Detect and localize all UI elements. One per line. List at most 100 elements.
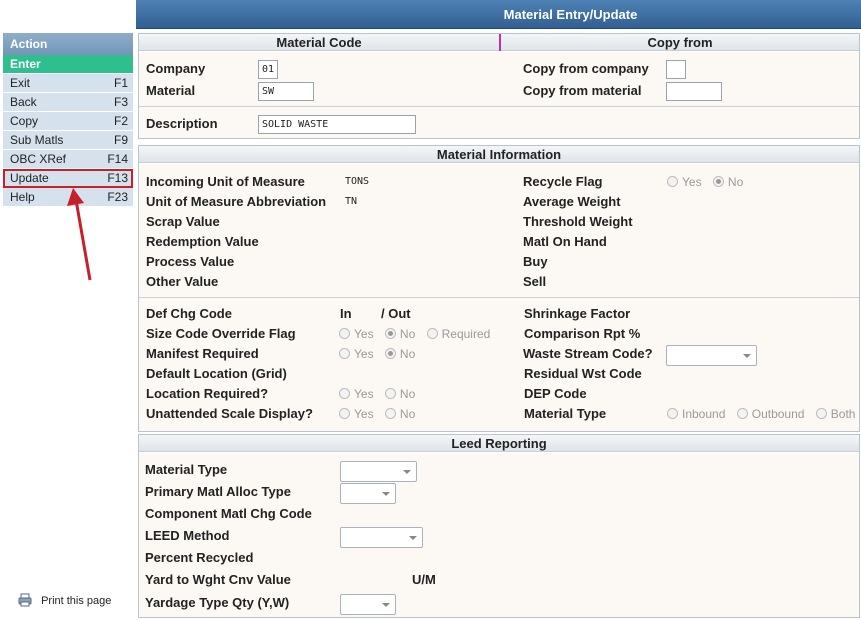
location-required-radios: Yes No (339, 387, 423, 401)
leed-method-select[interactable] (340, 527, 423, 548)
size-yes-radio[interactable]: Yes (339, 327, 374, 341)
location-no-radio[interactable]: No (384, 387, 416, 401)
action-obc-xref[interactable]: OBC XRef F14 (3, 150, 133, 169)
action-key: F3 (113, 95, 128, 109)
radio-label: Both (830, 407, 856, 421)
material-field[interactable]: SW (258, 82, 314, 101)
action-sub-matls[interactable]: Sub Matls F9 (3, 131, 133, 150)
primary-alloc-label: Primary Matl Alloc Type (145, 484, 291, 499)
radio-label: Outbound (751, 407, 805, 421)
manifest-no-radio[interactable]: No (384, 347, 415, 361)
recycle-yes-radio[interactable]: Yes (667, 175, 702, 189)
copy-company-label: Copy from company (523, 61, 649, 76)
primary-alloc-select[interactable] (340, 483, 396, 504)
material-code-title: Material Code (276, 35, 362, 50)
material-type-radios: Inbound Outbound Both (667, 407, 861, 421)
um-label: U/M (412, 572, 436, 587)
mt-inbound-radio[interactable]: Inbound (667, 407, 725, 421)
residual-label: Residual Wst Code (524, 366, 642, 381)
action-key: F14 (107, 152, 128, 166)
annotation-arrow (67, 188, 92, 281)
buy-label: Buy (523, 254, 548, 269)
action-key: F13 (107, 171, 128, 185)
radio-dot (667, 408, 678, 419)
recycle-flag-label: Recycle Flag (523, 174, 603, 189)
action-copy[interactable]: Copy F2 (3, 112, 133, 131)
average-weight-label: Average Weight (523, 194, 621, 209)
radio-label: No (399, 387, 416, 401)
manifest-radios: Yes No (339, 347, 423, 361)
company-field[interactable]: 01 (258, 60, 278, 79)
action-exit[interactable]: Exit F1 (3, 74, 133, 93)
other-value-label: Other Value (146, 274, 219, 289)
radio-label: No (727, 175, 744, 189)
radio-label: Inbound (682, 407, 726, 421)
copy-material-field[interactable] (666, 82, 722, 101)
radio-dot (426, 328, 438, 339)
manifest-yes-radio[interactable]: Yes (339, 347, 374, 361)
copy-company-field[interactable] (666, 60, 686, 79)
company-label: Company (146, 61, 206, 76)
copy-material-label: Copy from material (523, 83, 642, 98)
action-label: Help (10, 190, 35, 204)
unattended-radios: Yes No (339, 407, 423, 421)
size-no-radio[interactable]: No (384, 327, 416, 341)
recycle-no-radio[interactable]: No (712, 175, 744, 189)
leed-header: Leed Reporting (139, 435, 859, 452)
radio-label: Required (441, 327, 491, 341)
radio-dot (384, 408, 396, 419)
radio-label: Yes (354, 387, 374, 401)
leed-material-type-select[interactable] (340, 461, 417, 482)
radio-dot (736, 408, 748, 419)
leed-body: Material Type Primary Matl Alloc Type Co… (139, 453, 859, 617)
unattended-no-radio[interactable]: No (384, 407, 415, 421)
yardage-type-select[interactable] (340, 594, 396, 615)
incoming-uom-label: Incoming Unit of Measure (146, 174, 305, 189)
chevron-down-icon (382, 603, 390, 607)
leed-method-label: LEED Method (145, 528, 230, 543)
unattended-label: Unattended Scale Display? (146, 406, 313, 421)
unattended-yes-radio[interactable]: Yes (339, 407, 374, 421)
mt-outbound-radio[interactable]: Outbound (736, 407, 805, 421)
out-label: / Out (381, 306, 411, 321)
radio-label: Yes (354, 347, 374, 361)
material-info-header: Material Information (139, 146, 859, 163)
action-label: Sub Matls (10, 133, 64, 147)
print-page-link[interactable]: Print this page (18, 593, 111, 607)
radio-dot (384, 388, 396, 399)
matl-on-hand-label: Matl On Hand (523, 234, 607, 249)
comparison-label: Comparison Rpt % (524, 326, 641, 341)
mt-both-radio[interactable]: Both (815, 407, 856, 421)
radio-label: No (399, 327, 416, 341)
default-location-label: Default Location (Grid) (146, 366, 287, 381)
action-key: F9 (113, 133, 128, 147)
waste-stream-select[interactable] (666, 345, 757, 366)
percent-recycled-label: Percent Recycled (145, 550, 254, 565)
chevron-down-icon (403, 470, 411, 474)
radio-label: Yes (354, 407, 374, 421)
description-divider (139, 106, 859, 107)
uom-abbrev-label: Unit of Measure Abbreviation (146, 194, 327, 209)
radio-dot-selected (712, 176, 724, 187)
size-required-radio[interactable]: Required (426, 327, 491, 341)
material-code-body: Company 01 Material SW Description SOLID… (139, 52, 859, 138)
radio-label: Yes (354, 327, 374, 341)
uom-abbrev-value: TN (345, 196, 358, 207)
material-code-header: Material Code Copy from (139, 34, 859, 51)
shrinkage-label: Shrinkage Factor (524, 306, 631, 321)
yardage-type-label: Yardage Type Qty (Y,W) (145, 595, 290, 610)
description-label: Description (146, 116, 218, 131)
chevron-down-icon (743, 354, 751, 358)
action-back[interactable]: Back F3 (3, 93, 133, 112)
info-divider (139, 297, 859, 298)
component-chg-label: Component Matl Chg Code (145, 506, 312, 521)
action-enter[interactable]: Enter (3, 55, 133, 74)
description-field[interactable]: SOLID WASTE (258, 115, 416, 134)
location-required-label: Location Required? (146, 386, 269, 401)
action-panel: Action Enter Exit F1 Back F3 Copy F2 Sub… (3, 33, 133, 207)
radio-dot-selected (384, 328, 396, 339)
material-info-body: Incoming Unit of Measure TONS Unit of Me… (139, 164, 859, 431)
material-code-panel: Material Code Copy from Company 01 Mater… (138, 33, 860, 139)
waste-stream-label: Waste Stream Code? (523, 346, 653, 361)
location-yes-radio[interactable]: Yes (339, 387, 374, 401)
